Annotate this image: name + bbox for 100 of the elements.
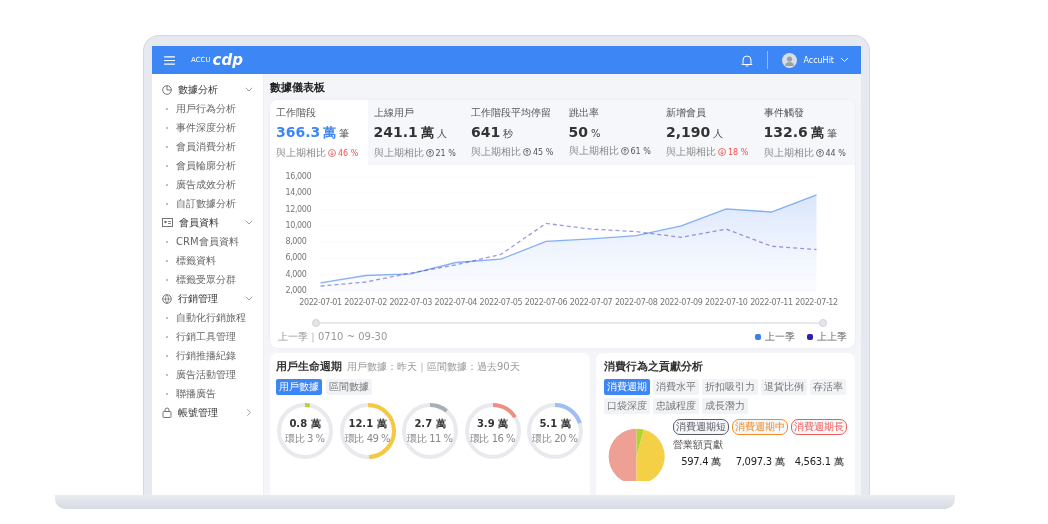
stat-unit: 人 (713, 127, 724, 141)
chevron-icon[interactable] (245, 220, 253, 225)
x-tick-label: 2022-07-11 (750, 298, 793, 307)
x-tick-label: 2022-07-10 (705, 298, 748, 307)
y-tick-label: 8,000 (285, 237, 307, 247)
tab[interactable]: 退貨比例 (761, 379, 807, 395)
sidebar-item[interactable]: CRM會員資料 (176, 234, 239, 249)
compare-label: 與上期相比 (276, 146, 326, 160)
menu-icon[interactable] (164, 55, 175, 65)
trend-up-icon (425, 149, 434, 157)
y-tick-label: 12,000 (285, 204, 312, 214)
stat-label: 工作階段 (276, 106, 317, 120)
range-slider[interactable] (312, 319, 827, 327)
change-value: 18 % (728, 147, 749, 157)
ring-ratio: 環比 3 % (285, 431, 325, 446)
change-value: 45 % (533, 147, 554, 157)
stat-tab[interactable]: 跳出率 50 % 與上期相比 61 % (562, 100, 660, 165)
sidebar-item[interactable]: 用戶行為分析 (176, 101, 236, 116)
x-tick-label: 2022-07-12 (795, 298, 838, 307)
chevron-icon[interactable] (245, 87, 253, 92)
stat-tab[interactable]: 工作階段平均停留 641 秒 與上期相比 45 % (465, 100, 563, 165)
sidebar-item[interactable]: 行銷工具管理 (176, 329, 236, 344)
sidebar-item[interactable]: 自訂數據分析 (176, 196, 236, 211)
y-tick-label: 16,000 (285, 172, 312, 181)
ring-value: 3.9 萬 (476, 416, 509, 431)
stat-label: 事件觸發 (763, 106, 805, 120)
ring-gauge (463, 402, 522, 460)
stat-unit: 筆 (826, 127, 837, 141)
tab[interactable]: 口袋深度 (604, 398, 650, 414)
x-tick-label: 2022-07-01 (299, 298, 342, 307)
bell-icon[interactable] (741, 53, 754, 67)
stat-tab[interactable]: 工作階段 366.3 萬 筆 與上期相比 46 % (270, 100, 368, 165)
ring-gauge (401, 402, 459, 460)
ring-gauge (276, 402, 334, 460)
tab[interactable]: 忠誠程度 (653, 398, 699, 414)
category-pill: 消費週期中 (732, 419, 788, 435)
user-name[interactable]: AccuHit (803, 55, 834, 65)
change-value: 61 % (630, 146, 651, 156)
legend-label[interactable]: 上上季 (817, 330, 847, 344)
stat-unit: 萬 (810, 124, 824, 142)
stat-tab[interactable]: 事件觸發 132.6 萬 筆 與上期相比 44 % (757, 100, 855, 165)
x-tick-label: 2022-07-08 (614, 298, 658, 307)
trend-down-icon (328, 149, 336, 157)
sidebar-item[interactable]: 自動化行銷旅程 (176, 310, 246, 325)
compare-label: 與上期相比 (666, 145, 716, 159)
avatar-icon[interactable] (782, 52, 798, 68)
chevron-icon[interactable] (245, 296, 253, 301)
sidebar-item[interactable]: 廣告成效分析 (176, 177, 236, 192)
y-tick-label: 2,000 (285, 286, 307, 295)
x-tick-label: 2022-07-04 (434, 298, 477, 307)
sidebar-item[interactable]: 標籤受眾分群 (176, 272, 236, 287)
sidebar-group[interactable]: 帳號管理 (178, 405, 239, 420)
sidebar-item[interactable]: 事件深度分析 (176, 120, 236, 135)
trend-up-icon (815, 149, 824, 157)
sidebar-group[interactable]: 數據分析 (178, 82, 239, 97)
ring-value: 0.8 萬 (289, 416, 321, 431)
tab[interactable]: 區間數據 (326, 379, 372, 395)
sidebar-item[interactable]: 標籤資料 (176, 253, 216, 268)
sidebar-item[interactable]: 聯播廣告 (176, 386, 216, 401)
sidebar-group[interactable]: 會員資料 (179, 215, 239, 230)
trend-up-icon (620, 147, 629, 155)
stat-label: 工作階段平均停留 (471, 106, 552, 120)
stat-unit: 萬 (420, 124, 434, 142)
category-pill: 消費週期短 (673, 419, 729, 435)
logo: cdp (212, 51, 243, 69)
chevron-down-icon[interactable] (840, 57, 849, 63)
x-tick-label: 2022-07-02 (344, 298, 387, 307)
stat-tab[interactable]: 上線用戶 241.1 萬 人 與上期相比 21 % (367, 100, 465, 165)
sidebar-item[interactable]: 會員消費分析 (176, 139, 236, 154)
stat-value: 132.6 (763, 124, 808, 140)
tab[interactable]: 消費週期 (604, 379, 650, 395)
contribution-value: 7,097.3 萬 (735, 455, 785, 469)
tab[interactable]: 成長潛力 (702, 398, 748, 414)
legend-label[interactable]: 上一季 (765, 330, 795, 344)
sidebar-item[interactable]: 會員輪廓分析 (176, 158, 236, 173)
change-value: 21 % (435, 148, 456, 158)
stat-tab[interactable]: 新增會員 2,190 人 與上期相比 18 % (660, 100, 758, 165)
x-tick-label: 2022-07-06 (524, 298, 568, 307)
chevron-icon[interactable] (246, 408, 252, 417)
y-tick-label: 14,000 (285, 188, 312, 198)
compare-label: 與上期相比 (568, 144, 619, 158)
page-title: 數據儀表板 (270, 80, 326, 95)
stat-value: 2,190 (666, 124, 711, 140)
sidebar-item[interactable]: 廣告活動管理 (176, 367, 236, 382)
sidebar-group[interactable]: 行銷管理 (178, 291, 239, 306)
stat-value: 50 (568, 124, 588, 140)
tab[interactable]: 折扣吸引力 (702, 379, 758, 395)
trend-down-icon (718, 148, 726, 156)
tab[interactable]: 消費水平 (653, 379, 699, 395)
tab[interactable]: 用戶數據 (276, 379, 322, 395)
stat-label: 上線用戶 (373, 106, 415, 120)
lock-icon (162, 407, 172, 418)
pie-chart-icon (162, 84, 172, 95)
ring-ratio: 環比 11 % (407, 431, 453, 446)
contribution-value: 597.4 萬 (681, 455, 721, 469)
sidebar-item[interactable]: 行銷推播紀錄 (176, 348, 236, 363)
tab[interactable]: 存活率 (810, 379, 846, 395)
stat-label: 跳出率 (568, 106, 600, 120)
globe-icon (162, 293, 172, 304)
row-label: 營業額貢獻 (673, 438, 723, 452)
